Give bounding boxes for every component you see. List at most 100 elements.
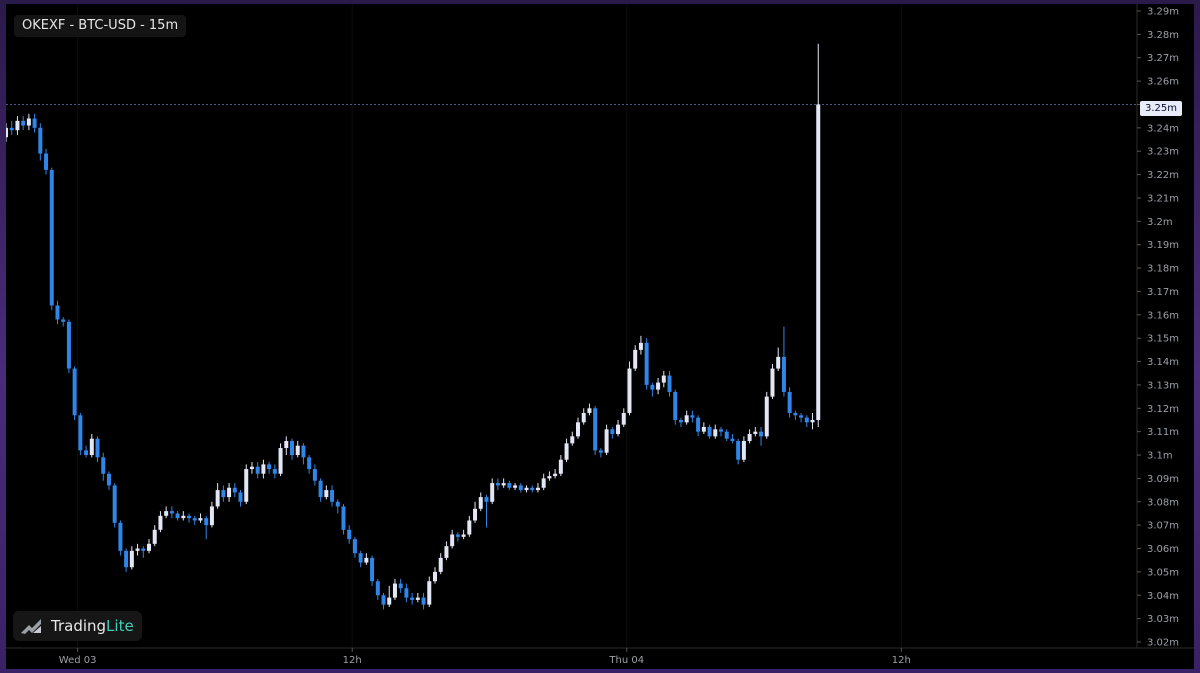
y-tick-label: 3.03m [1147,614,1179,625]
candle-body [267,464,272,470]
candle [627,361,632,416]
candle [84,445,89,458]
candle [587,403,592,416]
candle [249,462,254,474]
candle [616,419,621,437]
candle-body [66,321,71,369]
candle [415,592,420,603]
candle [747,429,752,444]
candle [95,436,100,463]
candle-body [318,480,323,498]
candle [410,592,415,605]
candle-body [381,595,386,605]
candle [673,389,678,425]
candle [707,424,712,439]
candle [261,459,266,479]
candle-body [764,396,769,437]
candle [644,338,649,390]
candle-body [576,422,580,437]
candle-body [158,515,163,530]
candle-body [152,529,157,544]
candle [387,585,392,607]
candle [444,541,449,561]
candle-body [621,412,626,425]
candle-body [169,511,174,514]
candle-body [324,490,329,498]
candle-body [507,483,512,488]
candle [347,525,352,544]
candle [278,443,283,477]
candle-body [244,469,249,502]
candle [753,426,758,437]
candle [152,525,157,547]
candle [553,469,558,479]
candle-body [370,557,375,582]
candle [610,426,615,439]
candle-body [284,441,289,449]
candle [330,485,335,507]
candle-body [55,305,60,320]
candle-body [781,356,786,392]
candle-body [198,518,203,521]
candle-body [95,438,100,458]
candle [129,546,134,570]
y-tick-label: 3.1m [1147,451,1173,462]
y-tick-label: 3.26m [1147,77,1179,88]
candle [38,123,43,161]
candle [781,326,786,397]
candle-body [164,511,169,516]
y-tick-label: 3.13m [1147,380,1179,391]
candle-body [535,487,540,491]
candle-body [661,375,666,383]
candle [535,483,540,493]
candle [696,415,701,437]
x-tick-label: 12h [343,655,362,666]
candle [335,499,340,514]
candlestick-chart[interactable]: 3.29m 3.28m 3.27m 3.26m 3.24m 3.23m 3.22m 3.21m… [6,4,1194,669]
candle-body [724,431,729,439]
chart-frame: 3.29m 3.28m 3.27m 3.26m 3.24m 3.23m 3.22m 3.21m… [6,4,1194,669]
candle-body [398,583,403,589]
candle [450,529,455,549]
y-tick-label: 3.23m [1147,147,1179,158]
tradinglite-logo: TradingLite [13,611,142,641]
candle-body [135,548,140,551]
candle-body [330,490,335,502]
candle-body [684,415,689,423]
candle [530,485,535,493]
candle [9,120,14,135]
candle [690,410,695,423]
y-tick-label: 3.06m [1147,544,1179,555]
x-tick-label: 12h [892,655,911,666]
candle-body [616,424,621,435]
candle-body [598,450,603,453]
candle [736,438,741,465]
candle-body [21,120,26,126]
candle-body [644,342,649,385]
candle-body [610,429,615,435]
candle-body [696,417,701,432]
tradinglite-logo-icon [21,619,41,634]
candle [581,408,586,425]
candle-body [204,518,209,526]
candle [793,410,798,420]
candle [461,529,466,540]
y-tick-label: 3.16m [1147,310,1179,321]
candle-body [61,319,66,322]
candle [547,471,552,481]
candle-body [570,436,575,444]
candle [204,515,209,540]
candle [392,578,397,600]
candle-body [741,441,746,460]
y-tick-label: 3.27m [1147,53,1179,64]
candle [187,513,192,523]
candle-body [141,548,146,551]
candle-body [404,588,409,598]
candle [15,116,20,135]
candle-body [192,518,197,521]
candle-body [175,513,180,519]
candle-body [106,473,111,486]
candle-body [627,368,632,413]
candle-body [312,469,317,481]
candle [484,494,489,528]
